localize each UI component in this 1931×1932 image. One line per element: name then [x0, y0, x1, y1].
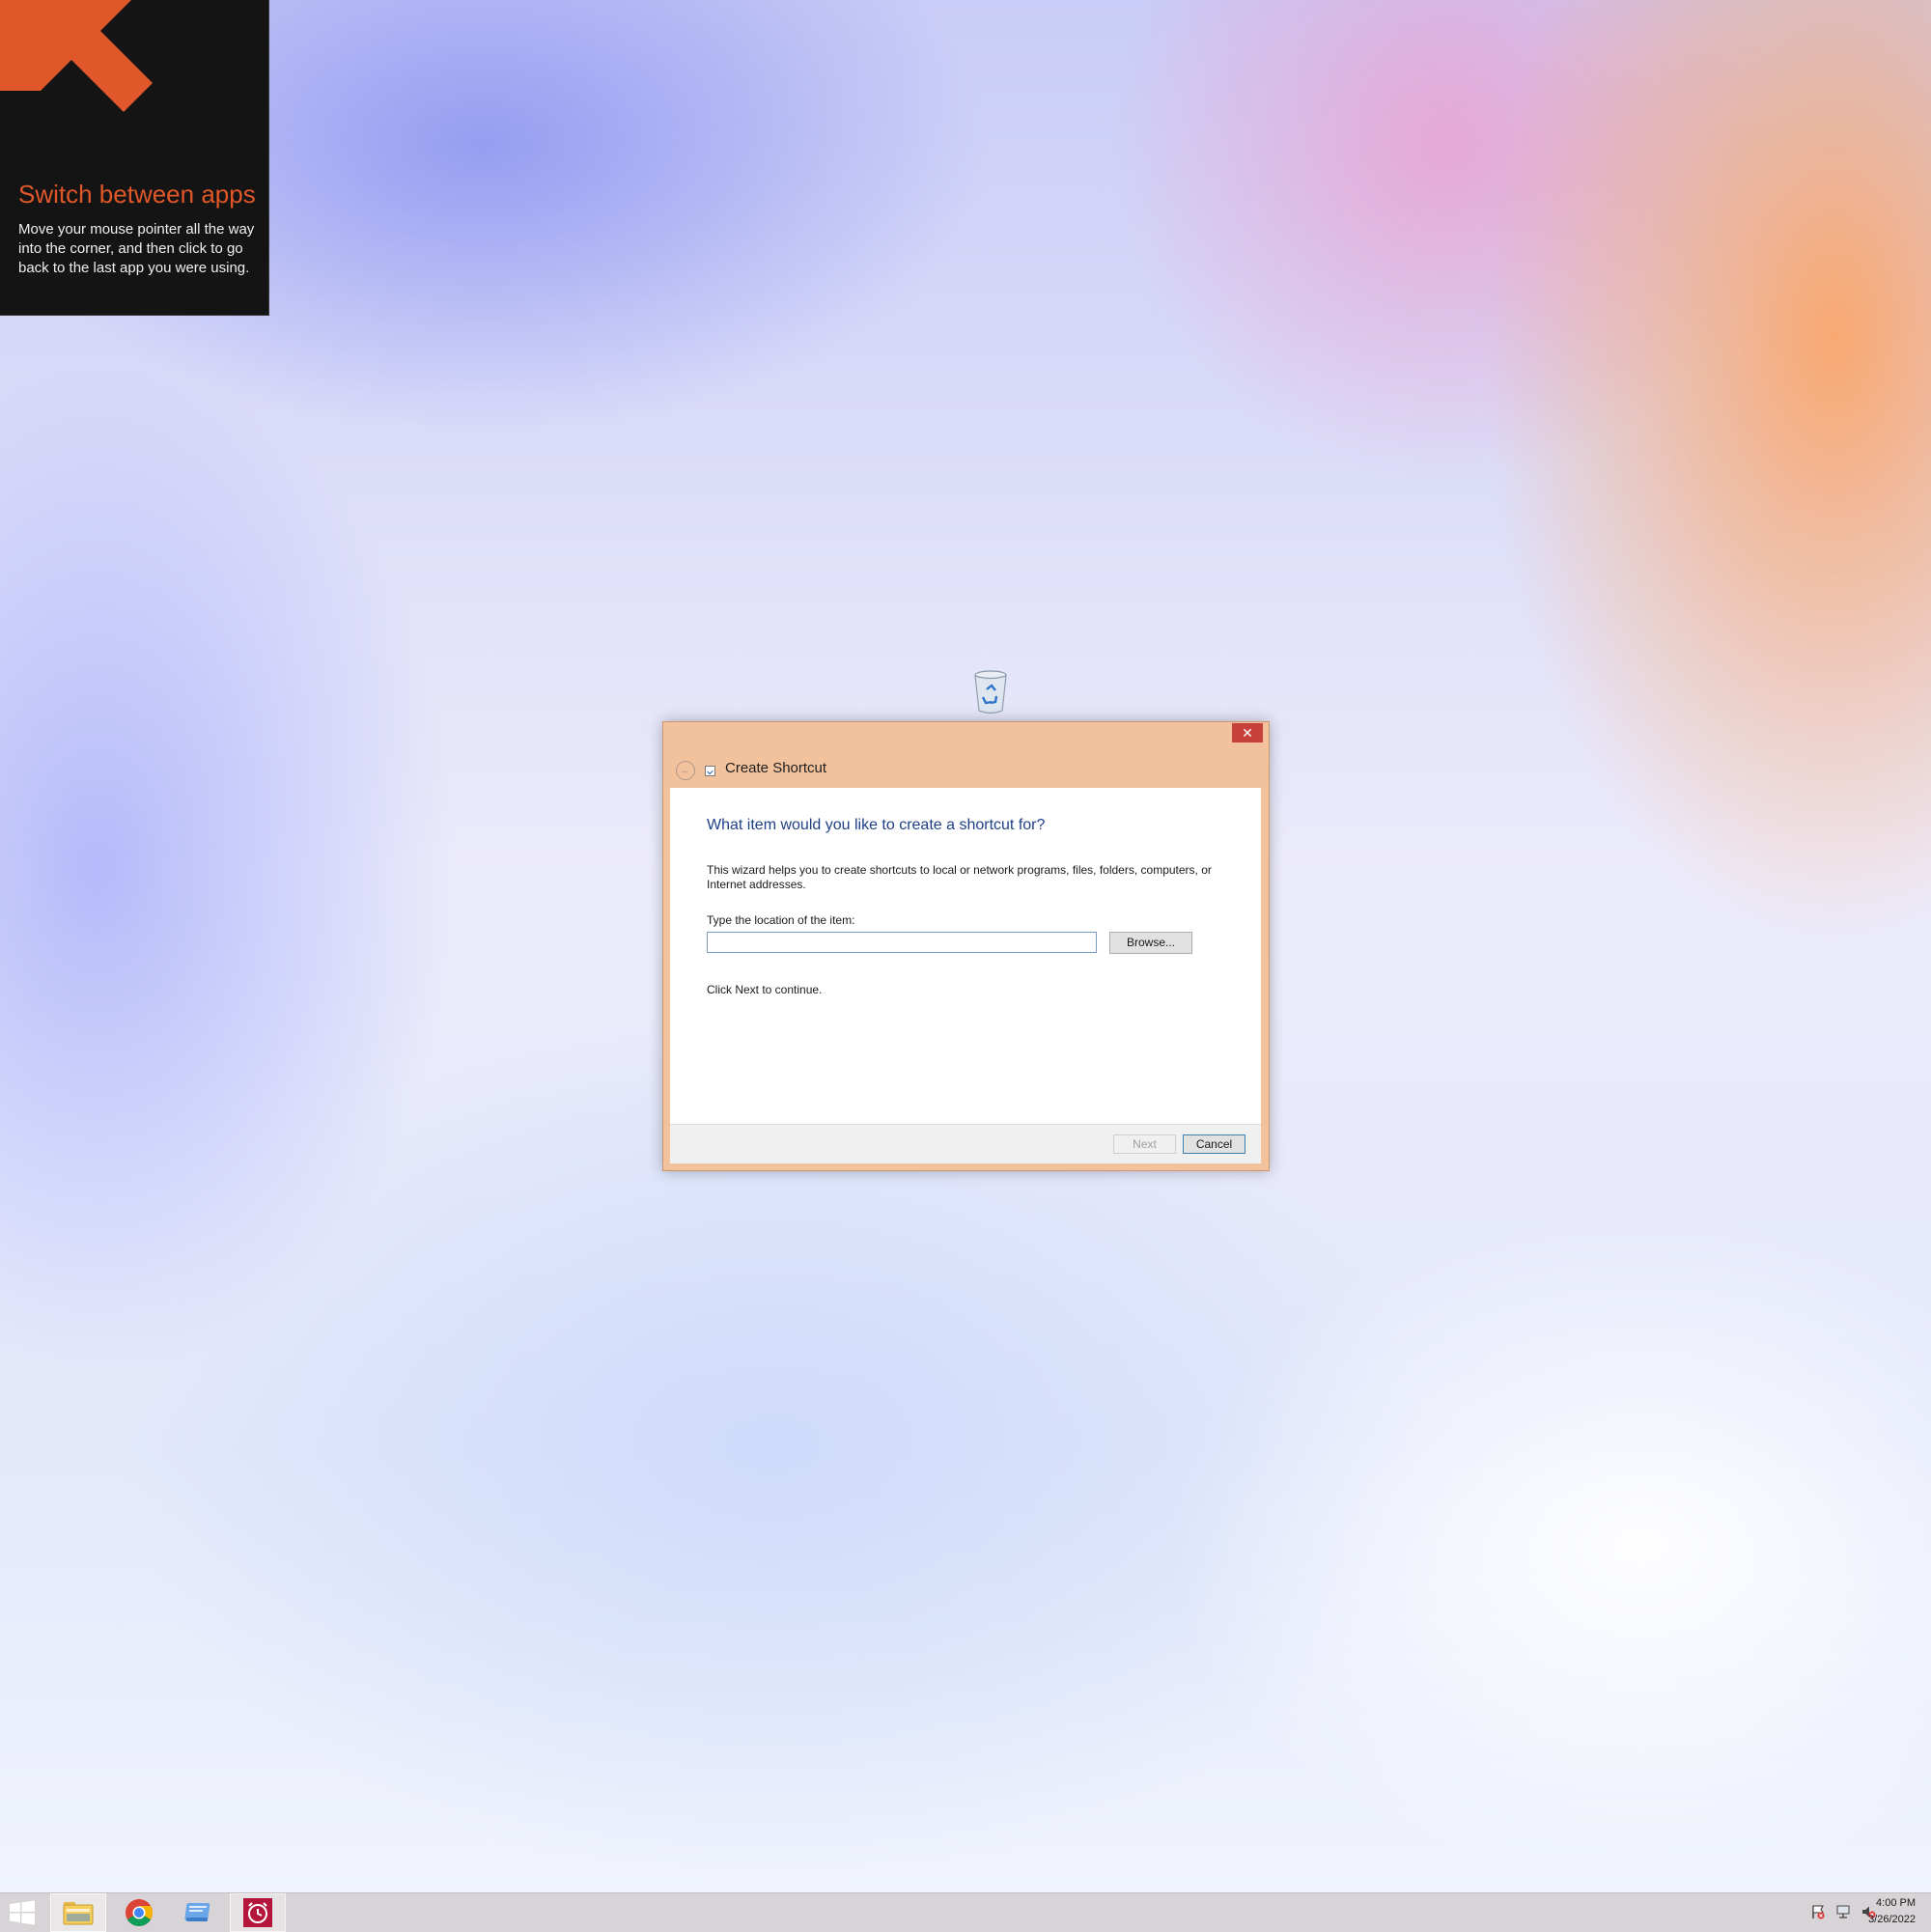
taskbar: 4:00 PM 3/26/2022 — [0, 1892, 1931, 1932]
browse-button[interactable]: Browse... — [1109, 932, 1192, 954]
continue-text: Click Next to continue. — [707, 983, 823, 996]
network-icon[interactable] — [1834, 1903, 1852, 1920]
windows-logo-icon — [10, 1900, 35, 1925]
tip-body: Move your mouse pointer all the way into… — [18, 221, 255, 276]
wizard-intro: This wizard helps you to create shortcut… — [707, 863, 1212, 891]
recycle-bin-icon[interactable] — [969, 668, 1012, 716]
location-label: Type the location of the item: — [707, 913, 855, 927]
close-button[interactable]: ✕ — [1232, 723, 1263, 742]
taskbar-chrome[interactable] — [112, 1893, 166, 1932]
arrow-up-left-icon — [0, 0, 153, 112]
clock-time: 4:00 PM — [1876, 1897, 1916, 1909]
taskbar-file-manager[interactable] — [172, 1893, 226, 1932]
action-center-flag-icon[interactable] — [1809, 1903, 1827, 1920]
tip-title: Switch between apps — [18, 180, 256, 209]
alarm-clock-icon — [243, 1898, 272, 1927]
chrome-icon — [126, 1899, 153, 1926]
taskbar-alarms[interactable] — [230, 1893, 286, 1932]
start-button[interactable] — [0, 1893, 44, 1932]
shortcut-icon — [705, 766, 715, 776]
desktop-background: Switch between apps Move your mouse poin… — [0, 0, 1931, 1932]
back-arrow-icon[interactable]: ← — [676, 761, 695, 780]
folder-icon — [63, 1902, 94, 1925]
next-button[interactable]: Next — [1113, 1134, 1176, 1154]
wizard-heading: What item would you like to create a sho… — [707, 817, 1046, 833]
wizard-footer: Next Cancel — [670, 1124, 1261, 1163]
cancel-button[interactable]: Cancel — [1183, 1134, 1245, 1154]
clock[interactable]: 4:00 PM 3/26/2022 — [1858, 1895, 1916, 1928]
switch-apps-tip: Switch between apps Move your mouse poin… — [0, 0, 269, 316]
clock-date: 3/26/2022 — [1868, 1914, 1916, 1925]
taskbar-file-explorer[interactable] — [50, 1893, 106, 1932]
create-shortcut-dialog: ✕ ← Create Shortcut What item would you … — [662, 721, 1270, 1171]
wizard-content: What item would you like to create a sho… — [670, 788, 1261, 1124]
file-manager-icon — [184, 1903, 210, 1921]
dialog-title: Create Shortcut — [725, 760, 827, 776]
location-input[interactable] — [707, 932, 1097, 953]
